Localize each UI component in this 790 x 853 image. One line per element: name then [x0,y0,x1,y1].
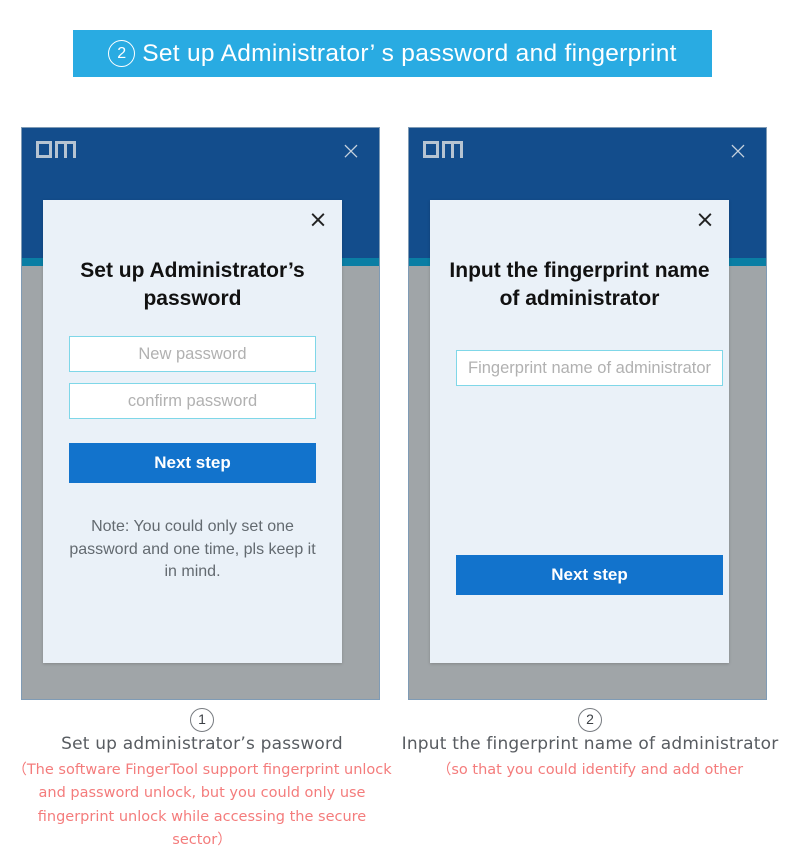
window-close-icon[interactable]: × [725,138,751,164]
new-password-input[interactable]: New password [69,336,316,372]
app-window-set-password: × × Set up Administrator’s password New … [21,127,380,700]
next-step-button[interactable]: Next step [456,555,723,595]
dialog-set-password: × Set up Administrator’s password New pa… [43,200,342,663]
caption-step-2: 2 Input the fingerprint name of administ… [400,708,780,782]
step-banner: 2 Set up Administrator’ s password and f… [73,30,712,77]
logo-letter-m-icon [442,141,463,158]
caption-title: Set up administrator’s password [61,734,343,754]
dm-logo-icon [36,141,76,158]
caption-number-badge: 1 [190,708,214,732]
step-number-badge: 2 [108,40,136,67]
logo-letter-m-icon [55,141,76,158]
dialog-title: Set up Administrator’s password [80,259,305,310]
dialog-close-icon[interactable]: × [693,208,717,232]
caption-step-1: 1 Set up administrator’s password （The s… [12,708,392,853]
caption-note: （so that you could identify and add othe… [436,761,744,778]
logo-letter-d-icon [423,141,439,158]
logo-letter-d-icon [36,141,52,158]
caption-number-badge: 2 [578,708,602,732]
dialog-fingerprint-name: × Input the fingerprint name of administ… [430,200,729,663]
next-step-button[interactable]: Next step [69,443,316,483]
confirm-password-input[interactable]: confirm password [69,383,316,419]
dialog-close-icon[interactable]: × [306,208,330,232]
dialog-title: Input the fingerprint name of administra… [449,259,710,310]
window-close-icon[interactable]: × [338,138,364,164]
caption-title: Input the fingerprint name of administra… [401,734,779,754]
password-note-text: Note: You could only set one password an… [69,518,316,581]
step-banner-content: 2 Set up Administrator’ s password and f… [108,40,677,68]
step-banner-title: Set up Administrator’ s password and fin… [142,39,677,67]
dm-logo-icon [423,141,463,158]
app-window-fingerprint-name: × × Input the fingerprint name of admini… [408,127,767,700]
fingerprint-name-input[interactable]: Fingerprint name of administrator [456,350,723,386]
caption-note: （The software FingerTool support fingerp… [12,761,392,849]
